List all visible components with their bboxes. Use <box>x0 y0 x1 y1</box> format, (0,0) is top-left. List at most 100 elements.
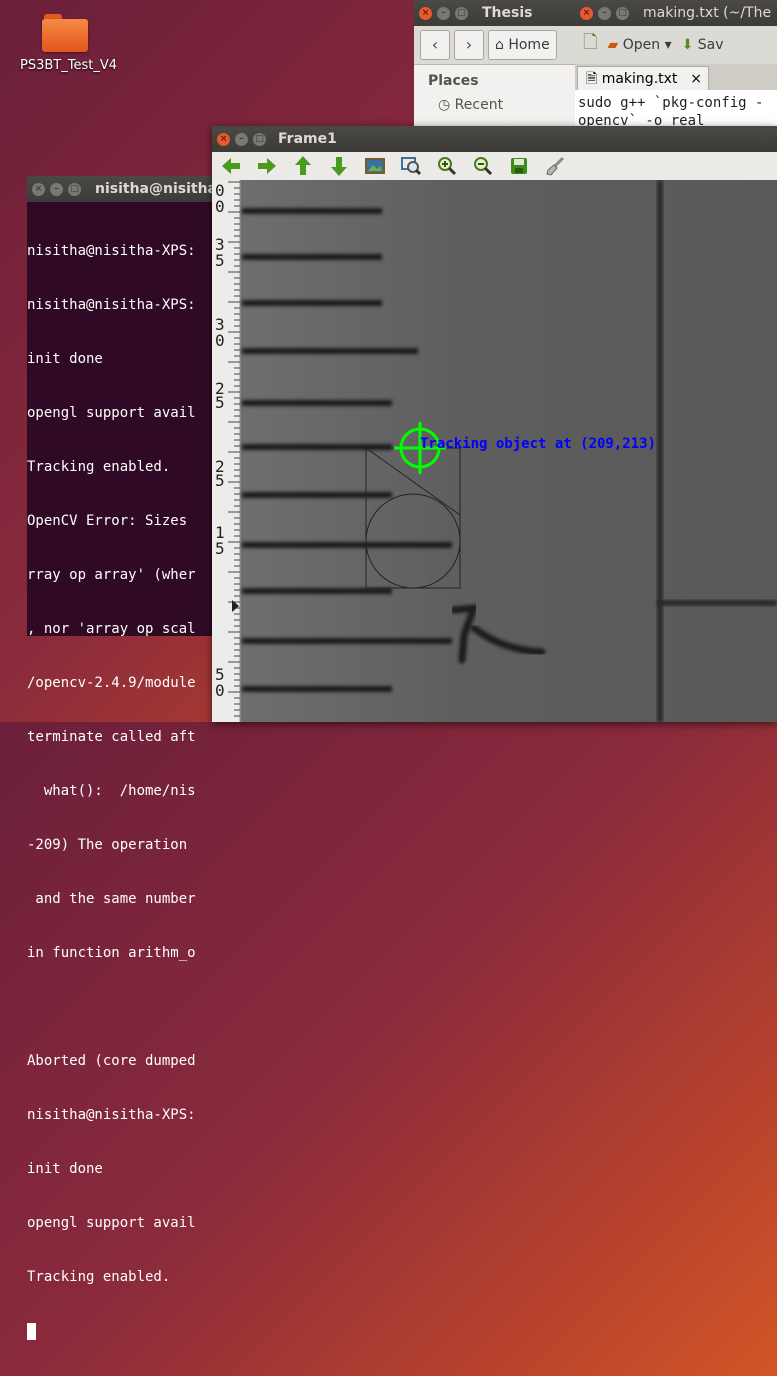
ruler-label: 5 <box>215 539 225 558</box>
home-label: Home <box>508 37 550 53</box>
frame-window: × – □ Frame1 0 0 3 5 3 0 2 5 2 5 1 5 5 0… <box>212 126 777 722</box>
scale-line <box>242 400 392 406</box>
tab-label: making.txt <box>601 71 678 87</box>
forward-button[interactable]: › <box>454 30 484 60</box>
terminal-line: Tracking enabled. <box>27 1269 171 1285</box>
arrow-right-icon[interactable] <box>254 155 280 177</box>
close-icon[interactable]: × <box>32 182 45 196</box>
terminal-line: opengl support avail <box>27 1215 196 1231</box>
terminal-cursor <box>27 1323 36 1340</box>
maximize-icon[interactable]: □ <box>68 182 81 196</box>
scale-line <box>242 300 382 306</box>
terminal-line: OpenCV Error: Sizes <box>27 513 196 529</box>
camera-view[interactable]: 00353025251550 Tracking object at (209,2… <box>212 180 777 722</box>
file-manager-titlebar: × – □ Thesis <box>414 0 594 26</box>
ruler-label: 5 <box>215 251 225 270</box>
terminal-line: in function arithm_o <box>27 945 196 961</box>
arrow-left-icon[interactable] <box>218 155 244 177</box>
terminal-titlebar: × – □ nisitha@nisitha <box>27 176 227 202</box>
frame-toolbar <box>212 152 777 181</box>
terminal-line: init done <box>27 351 103 367</box>
sidebar-heading: Places <box>428 73 479 89</box>
close-icon[interactable]: × <box>580 6 593 20</box>
ruler-label: 5 <box>215 393 225 412</box>
frame-titlebar: × – □ Frame1 <box>212 126 777 152</box>
file-manager-window: × – □ Thesis ‹ › ⌂ Home Places ◷ Recent <box>414 0 594 130</box>
window-title: nisitha@nisitha <box>95 181 218 197</box>
zoom-out-icon[interactable] <box>470 155 496 177</box>
scale-line <box>242 492 392 498</box>
image-icon[interactable] <box>362 155 388 177</box>
back-button[interactable]: ‹ <box>420 30 450 60</box>
editor-tabs: 🗎 making.txt × <box>575 64 777 90</box>
desktop-folder-icon[interactable]: PS3BT_Test_V4 <box>20 10 117 73</box>
scale-line <box>242 254 382 260</box>
save-button[interactable]: ⬇ Sav <box>682 37 724 53</box>
scale-line <box>242 542 452 548</box>
close-icon[interactable]: × <box>419 6 432 20</box>
minimize-icon[interactable]: – <box>50 182 63 196</box>
minimize-icon[interactable]: – <box>235 132 248 146</box>
clock-icon: ◷ <box>438 97 451 113</box>
new-document-icon[interactable]: 🗋 <box>583 30 597 60</box>
terminal-line: nisitha@nisitha-XPS: <box>27 1107 196 1123</box>
scale-line <box>242 588 392 594</box>
terminal-line: -209) The operation <box>27 837 196 853</box>
maximize-icon[interactable]: □ <box>253 132 266 146</box>
terminal-line: rray op array' (wher <box>27 567 196 583</box>
text-editor-window: × – □ making.txt (~/The 🗋 ▰ Open ▾ ⬇ Sav… <box>575 0 777 134</box>
sidebar-item-label: Recent <box>454 97 504 113</box>
terminal-line: /opencv-2.4.9/module <box>27 675 196 691</box>
sidebar-item-recent[interactable]: ◷ Recent <box>414 97 594 113</box>
editor-line: sudo g++ `pkg-config - <box>578 95 764 111</box>
ruler-label: 0 <box>215 331 225 350</box>
open-button[interactable]: ▰ Open ▾ <box>607 37 671 53</box>
arrow-down-icon[interactable] <box>326 155 352 177</box>
folder-icon <box>42 14 88 52</box>
zoom-fit-icon[interactable] <box>398 155 424 177</box>
brush-icon[interactable] <box>542 155 568 177</box>
tracking-label: Tracking object at (209,213) <box>420 436 656 452</box>
ruler-label: 0 <box>215 681 225 700</box>
ruler-label: 5 <box>215 471 225 490</box>
desktop-icon-label: PS3BT_Test_V4 <box>20 58 117 73</box>
close-icon[interactable]: × <box>217 132 230 146</box>
terminal-line: opengl support avail <box>27 405 196 421</box>
save-icon[interactable] <box>506 155 532 177</box>
terminal-line: , nor 'array op scal <box>27 621 196 637</box>
minimize-icon[interactable]: – <box>598 6 611 20</box>
terminal-line: nisitha@nisitha-XPS: <box>27 297 196 313</box>
terminal-line: and the same number <box>27 891 196 907</box>
editor-titlebar: × – □ making.txt (~/The <box>575 0 777 26</box>
arrow-up-icon[interactable] <box>290 155 316 177</box>
scale-line <box>242 686 392 692</box>
maximize-icon[interactable]: □ <box>616 6 629 20</box>
terminal-line: Aborted (core dumped <box>27 1053 196 1069</box>
scale-line <box>242 348 418 354</box>
home-icon: ⌂ <box>495 37 504 53</box>
document-icon: 🗎 <box>586 71 598 87</box>
terminal-line: terminate called aft <box>27 729 196 745</box>
terminal-window: × – □ nisitha@nisitha nisitha@nisitha-XP… <box>27 176 227 1340</box>
file-manager-toolbar: ‹ › ⌂ Home <box>414 26 594 65</box>
terminal-output[interactable]: nisitha@nisitha-XPS: nisitha@nisitha-XPS… <box>27 202 227 1376</box>
close-tab-icon[interactable]: × <box>690 67 702 91</box>
scale-line <box>242 444 392 450</box>
editor-toolbar: 🗋 ▰ Open ▾ ⬇ Sav <box>575 26 777 64</box>
minimize-icon[interactable]: – <box>437 6 450 20</box>
save-icon: ⬇ <box>681 37 694 53</box>
tab-making-txt[interactable]: 🗎 making.txt × <box>577 66 709 90</box>
maximize-icon[interactable]: □ <box>455 6 468 20</box>
terminal-line: what(): /home/nis <box>27 783 196 799</box>
window-title: Frame1 <box>278 131 337 147</box>
terminal-line: nisitha@nisitha-XPS: <box>27 243 196 259</box>
scale-line <box>242 208 382 214</box>
terminal-line: init done <box>27 1161 103 1177</box>
scale-line <box>242 638 452 644</box>
open-label: Open <box>622 37 661 53</box>
save-label: Sav <box>697 37 724 53</box>
zoom-in-icon[interactable] <box>434 155 460 177</box>
window-title: making.txt (~/The <box>643 5 772 21</box>
home-button[interactable]: ⌂ Home <box>488 30 557 60</box>
